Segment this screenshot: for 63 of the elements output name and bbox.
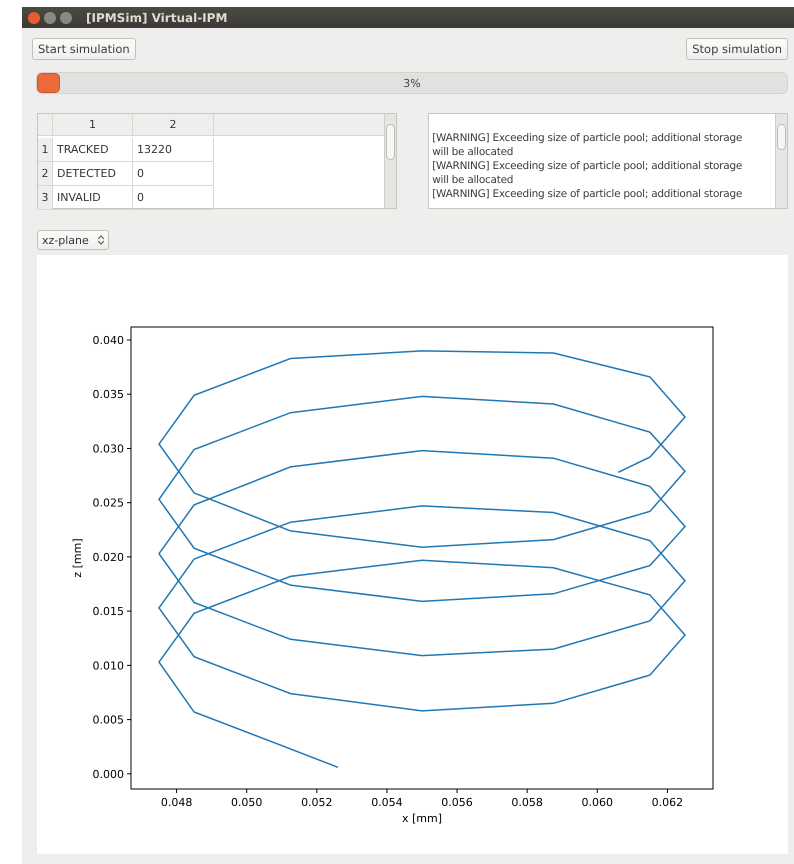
y-tick-label: 0.010 xyxy=(92,659,124,672)
log-line: will be allocated xyxy=(432,173,514,187)
x-tick-label: 0.054 xyxy=(371,796,403,809)
spinner-icon xyxy=(98,235,104,245)
y-tick-label: 0.030 xyxy=(92,442,124,456)
y-tick xyxy=(126,394,132,395)
x-tick xyxy=(246,788,248,794)
start-button[interactable]: Start simulation xyxy=(32,38,136,60)
y-axis-label: z [mm] xyxy=(71,538,84,578)
y-tick-label: 0.020 xyxy=(92,550,124,564)
table-cell: DETECTED xyxy=(53,162,133,186)
y-tick xyxy=(126,610,132,612)
x-tick-label: 0.052 xyxy=(301,796,333,809)
x-tick-label: 0.060 xyxy=(582,796,614,809)
x-tick-label: 0.062 xyxy=(652,796,684,809)
row-header[interactable]: 1 xyxy=(38,138,53,162)
x-tick xyxy=(386,788,388,794)
y-tick xyxy=(126,664,132,666)
y-tick xyxy=(126,448,132,449)
y-tick-label: 0.015 xyxy=(92,605,124,618)
table-cell: 0 xyxy=(133,162,214,186)
y-tick xyxy=(126,719,132,720)
minimize-icon[interactable] xyxy=(44,12,56,24)
plane-select[interactable]: xz-plane xyxy=(37,230,109,250)
x-tick xyxy=(666,788,668,794)
log-line: [WARNING] Exceeding size of particle pool; additional storage xyxy=(432,131,744,145)
close-icon[interactable] xyxy=(28,12,40,24)
y-tick-label: 0.005 xyxy=(92,714,124,727)
stop-button[interactable]: Stop simulation xyxy=(686,38,788,60)
log-line: [WARNING] Exceeding size of particle pool; additional storage xyxy=(432,187,744,201)
y-tick xyxy=(126,556,132,558)
scrollbar[interactable] xyxy=(384,114,396,208)
x-tick xyxy=(526,788,528,794)
y-tick-label: 0.035 xyxy=(92,388,124,402)
y-tick-label: 0.000 xyxy=(92,768,124,781)
y-tick-label: 0.025 xyxy=(92,496,124,510)
x-tick xyxy=(596,788,598,794)
table-cell: TRACKED xyxy=(53,138,133,162)
row-header[interactable]: 3 xyxy=(38,186,53,210)
x-tick xyxy=(456,788,458,794)
maximize-icon[interactable] xyxy=(60,12,72,24)
x-tick xyxy=(176,788,178,794)
table-cell: 0 xyxy=(133,186,214,210)
y-tick xyxy=(126,502,132,504)
progress-label: 3% xyxy=(403,76,421,90)
column-header[interactable]: 1 xyxy=(53,114,133,136)
table-cell: 13220 xyxy=(133,138,214,162)
log-line: [WARNING] Exceeding size of particle pool; additional storage xyxy=(432,159,744,173)
y-tick xyxy=(126,773,132,774)
x-tick-label: 0.048 xyxy=(160,796,192,809)
scrollbar[interactable] xyxy=(775,114,787,208)
table-cell: INVALID xyxy=(53,186,133,210)
x-tick-label: 0.058 xyxy=(511,796,543,809)
x-tick-label: 0.050 xyxy=(230,796,262,809)
log-line: will be allocated xyxy=(432,145,514,159)
window-title: [IPMSim] Virtual-IPM xyxy=(86,10,228,24)
row-header[interactable]: 2 xyxy=(38,162,53,186)
column-header[interactable]: 2 xyxy=(133,114,214,136)
y-tick-label: 0.040 xyxy=(92,334,124,348)
y-tick xyxy=(126,340,132,341)
x-axis-label: x [mm] xyxy=(402,812,442,825)
x-tick xyxy=(316,788,318,794)
x-tick-label: 0.056 xyxy=(441,796,473,809)
